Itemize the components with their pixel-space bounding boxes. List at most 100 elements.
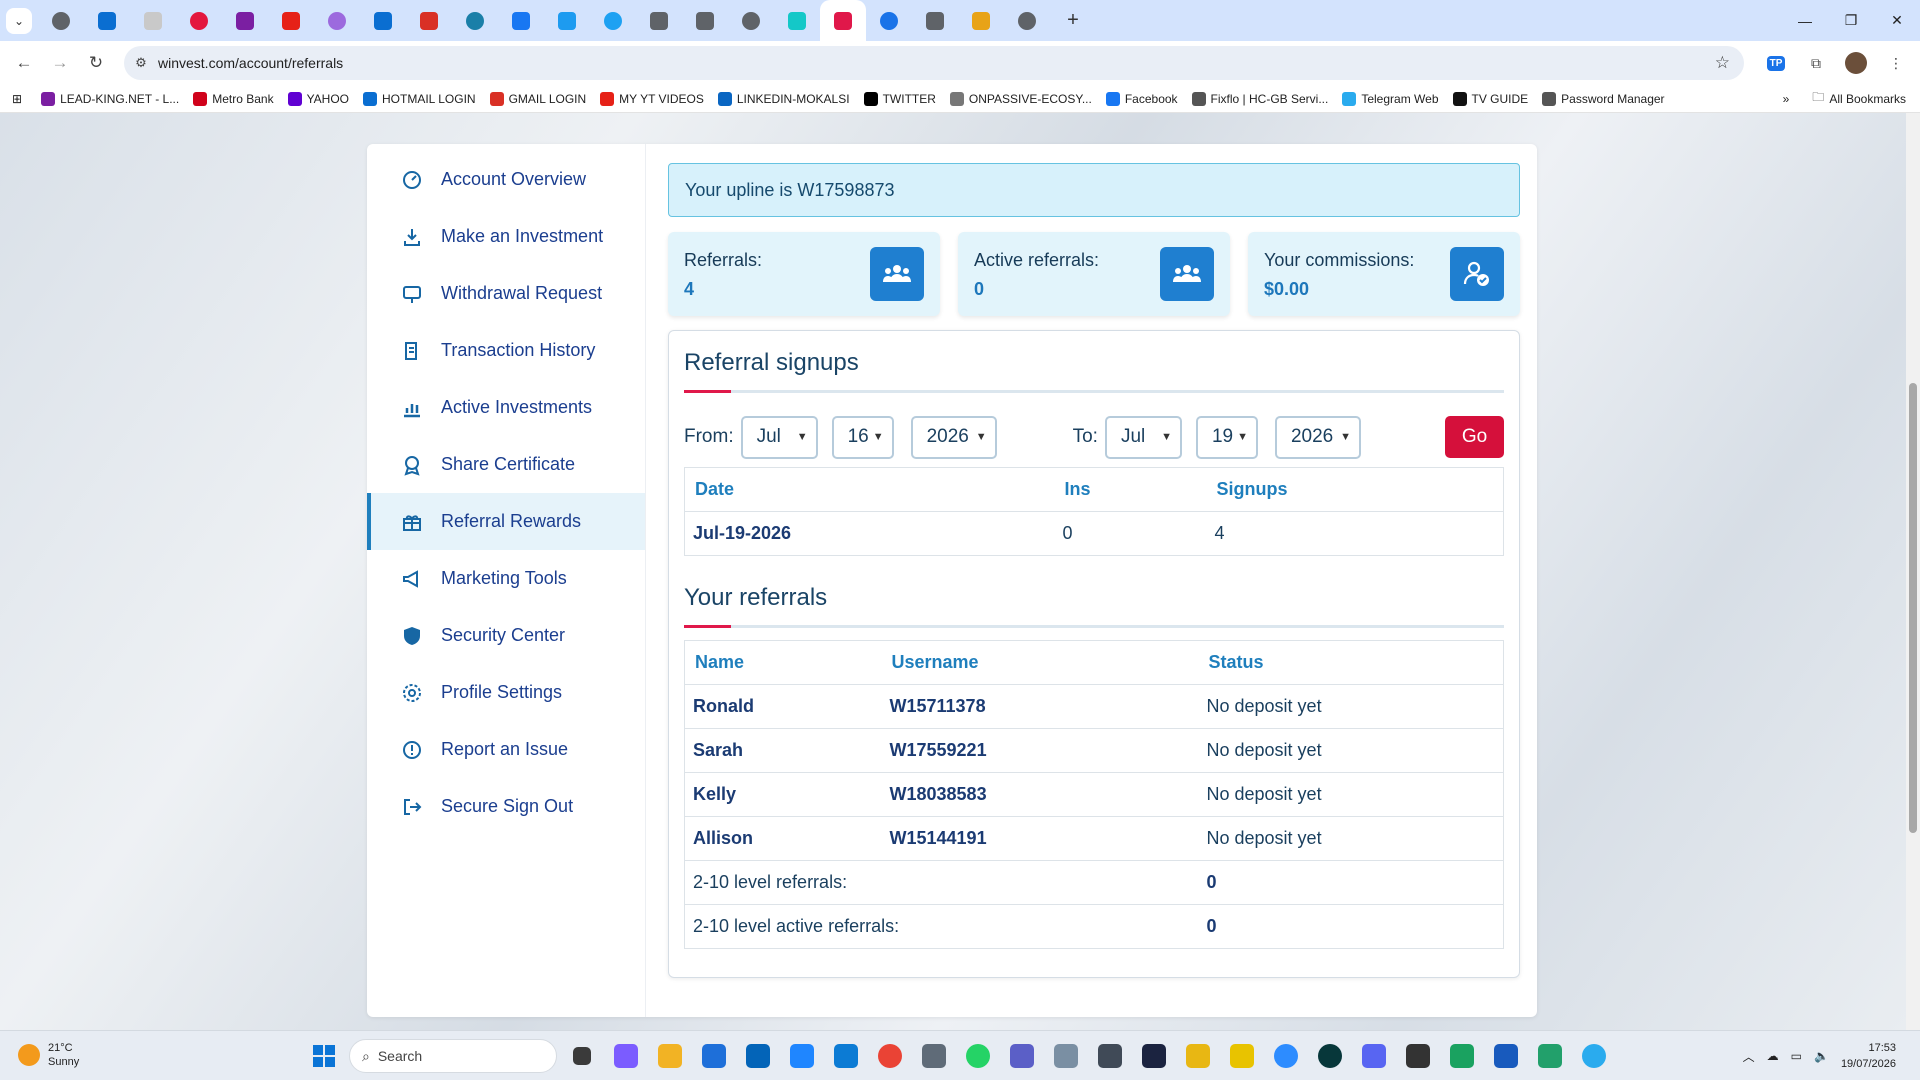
to-year-select[interactable]: 2026 ▼	[1274, 415, 1361, 459]
tray-overflow-icon[interactable]: ︿	[1743, 1048, 1755, 1065]
url-text[interactable]: winvest.com/account/referrals	[158, 55, 343, 71]
bookmark-item[interactable]: Metro Bank	[186, 85, 280, 113]
col-header-date[interactable]: Date	[684, 467, 1055, 512]
col-header-ins[interactable]: Ins	[1054, 467, 1207, 512]
bookmark-item[interactable]: Facebook	[1099, 85, 1185, 113]
browser-tab[interactable]	[498, 0, 544, 41]
browser-tab[interactable]	[866, 0, 912, 41]
taskbar-app-icon[interactable]	[1267, 1038, 1305, 1074]
back-button[interactable]: ←	[6, 45, 42, 81]
extensions-puzzle-icon[interactable]: ⧉	[1798, 45, 1834, 81]
sidebar-item-security-center[interactable]: Security Center	[367, 607, 645, 664]
weather-widget[interactable]: 21°C Sunny	[18, 1041, 79, 1069]
browser-tab[interactable]	[130, 0, 176, 41]
bookmark-item[interactable]: LEAD-KING.NET - L...	[34, 85, 186, 113]
taskbar-app-icon[interactable]	[1047, 1038, 1085, 1074]
taskbar-app-icon[interactable]	[827, 1038, 865, 1074]
bookmark-item[interactable]: LINKEDIN-MOKALSI	[711, 85, 857, 113]
browser-tab[interactable]	[958, 0, 1004, 41]
browser-tab[interactable]	[406, 0, 452, 41]
go-button[interactable]: Go	[1445, 416, 1504, 458]
browser-tab[interactable]	[84, 0, 130, 41]
col-header-status[interactable]: Status	[1198, 640, 1504, 685]
taskbar-search[interactable]: ⌕ Search	[349, 1039, 557, 1073]
bookmark-star-icon[interactable]: ☆	[1715, 53, 1730, 73]
bookmark-item[interactable]: Telegram Web	[1335, 85, 1445, 113]
taskbar-app-icon[interactable]	[915, 1038, 953, 1074]
taskbar-app-icon[interactable]	[1311, 1038, 1349, 1074]
bookmark-item[interactable]: HOTMAIL LOGIN	[356, 85, 483, 113]
from-month-select[interactable]: Jul ▼	[740, 415, 818, 459]
taskbar-app-icon[interactable]	[1091, 1038, 1129, 1074]
close-window-button[interactable]: ✕	[1874, 0, 1920, 41]
taskbar-app-icon[interactable]	[871, 1038, 909, 1074]
restore-button[interactable]: ❐	[1828, 0, 1874, 41]
sidebar-item-report-an-issue[interactable]: Report an Issue	[367, 721, 645, 778]
taskbar-app-icon[interactable]	[783, 1038, 821, 1074]
address-bar[interactable]: ⚙ winvest.com/account/referrals ☆	[124, 46, 1744, 80]
browser-tab[interactable]	[38, 0, 84, 41]
col-header-username[interactable]: Username	[881, 640, 1199, 685]
taskbar-app-icon[interactable]	[1223, 1038, 1261, 1074]
to-day-select[interactable]: 19 ▼	[1195, 415, 1258, 459]
taskbar-app-icon[interactable]	[1135, 1038, 1173, 1074]
sidebar-item-transaction-history[interactable]: Transaction History	[367, 322, 645, 379]
browser-tab[interactable]	[1004, 0, 1050, 41]
bookmark-item[interactable]: TV GUIDE	[1446, 85, 1536, 113]
bookmark-item[interactable]: TWITTER	[857, 85, 943, 113]
page-scrollbar[interactable]	[1906, 113, 1920, 1030]
col-header-name[interactable]: Name	[684, 640, 882, 685]
sidebar-item-share-certificate[interactable]: Share Certificate	[367, 436, 645, 493]
taskbar-app-icon[interactable]	[1487, 1038, 1525, 1074]
browser-tab[interactable]	[360, 0, 406, 41]
bookmark-item[interactable]: YAHOO	[281, 85, 356, 113]
to-month-select[interactable]: Jul ▼	[1104, 415, 1182, 459]
browser-tab[interactable]	[774, 0, 820, 41]
browser-menu-icon[interactable]: ⋮	[1878, 45, 1914, 81]
browser-tab[interactable]	[728, 0, 774, 41]
all-bookmarks-folder[interactable]: 🗀 All Bookmarks	[1805, 85, 1920, 113]
browser-tab[interactable]	[912, 0, 958, 41]
onedrive-icon[interactable]: ☁	[1767, 1049, 1779, 1063]
taskbar-app-icon[interactable]	[739, 1038, 777, 1074]
sidebar-item-profile-settings[interactable]: Profile Settings	[367, 664, 645, 721]
bookmark-item[interactable]: GMAIL LOGIN	[483, 85, 594, 113]
taskbar-app-icon[interactable]	[1179, 1038, 1217, 1074]
browser-tab[interactable]	[544, 0, 590, 41]
from-year-select[interactable]: 2026 ▼	[910, 415, 997, 459]
taskbar-app-icon[interactable]	[1575, 1038, 1613, 1074]
taskbar-app-icon[interactable]	[651, 1038, 689, 1074]
bookmark-item[interactable]: MY YT VIDEOS	[593, 85, 711, 113]
clock[interactable]: 17:53 19/07/2026	[1841, 1040, 1896, 1072]
profile-avatar[interactable]	[1838, 45, 1874, 81]
network-icon[interactable]: ▭	[1791, 1049, 1802, 1063]
reload-button[interactable]: ↻	[78, 45, 114, 81]
browser-tab[interactable]	[820, 0, 866, 41]
more-bookmarks-icon[interactable]: »	[1776, 85, 1806, 113]
scrollbar-thumb[interactable]	[1909, 383, 1917, 833]
site-info-icon[interactable]: ⚙	[124, 55, 158, 71]
browser-tab[interactable]	[452, 0, 498, 41]
taskbar-app-icon[interactable]	[563, 1038, 601, 1074]
start-button[interactable]	[305, 1038, 343, 1074]
browser-tab[interactable]	[590, 0, 636, 41]
taskbar-app-icon[interactable]	[1531, 1038, 1569, 1074]
from-day-select[interactable]: 16 ▼	[831, 415, 894, 459]
sidebar-item-secure-sign-out[interactable]: Secure Sign Out	[367, 778, 645, 835]
sidebar-item-active-investments[interactable]: Active Investments	[367, 379, 645, 436]
forward-button[interactable]: →	[42, 45, 78, 81]
taskbar-app-icon[interactable]	[1355, 1038, 1393, 1074]
browser-tab[interactable]	[268, 0, 314, 41]
browser-tab[interactable]	[222, 0, 268, 41]
apps-grid-icon[interactable]: ⊞	[0, 85, 34, 113]
taskbar-app-icon[interactable]	[1399, 1038, 1437, 1074]
taskbar-app-icon[interactable]	[1443, 1038, 1481, 1074]
sidebar-item-make-an-investment[interactable]: Make an Investment	[367, 208, 645, 265]
bookmark-item[interactable]: ONPASSIVE-ECOSY...	[943, 85, 1099, 113]
browser-tab[interactable]	[636, 0, 682, 41]
browser-tab[interactable]	[314, 0, 360, 41]
extension-tp-icon[interactable]: TP	[1758, 45, 1794, 81]
sidebar-item-referral-rewards[interactable]: Referral Rewards	[367, 493, 645, 550]
minimize-button[interactable]: —	[1782, 0, 1828, 41]
volume-icon[interactable]: 🔈	[1814, 1049, 1829, 1063]
